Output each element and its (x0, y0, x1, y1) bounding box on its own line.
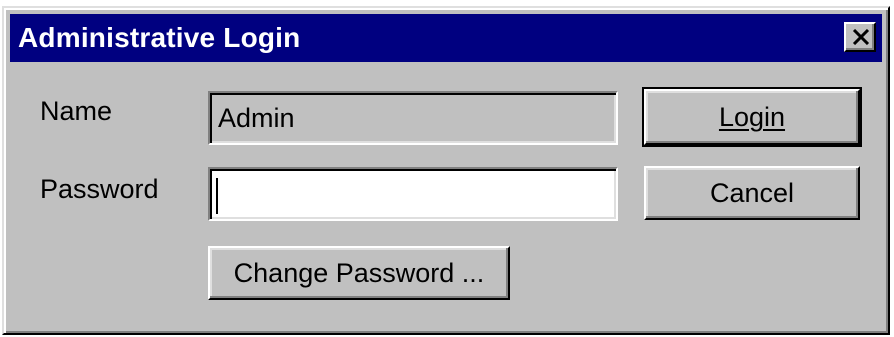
password-field[interactable] (208, 167, 618, 221)
cancel-button-label: Cancel (709, 178, 795, 208)
name-field (208, 91, 618, 145)
name-label: Name (40, 96, 113, 126)
close-button[interactable] (844, 22, 876, 52)
password-label: Password (40, 174, 159, 204)
change-password-button-label: Change Password ... (233, 258, 485, 288)
close-icon (852, 29, 870, 45)
text-cursor (216, 178, 218, 214)
change-password-button[interactable]: Change Password ... (208, 246, 510, 300)
dialog-title: Administrative Login (18, 22, 301, 53)
cancel-button[interactable]: Cancel (644, 166, 860, 220)
title-bar[interactable]: Administrative Login (10, 14, 882, 62)
login-button[interactable]: Login (642, 87, 862, 147)
login-button-label: Login (718, 102, 786, 132)
